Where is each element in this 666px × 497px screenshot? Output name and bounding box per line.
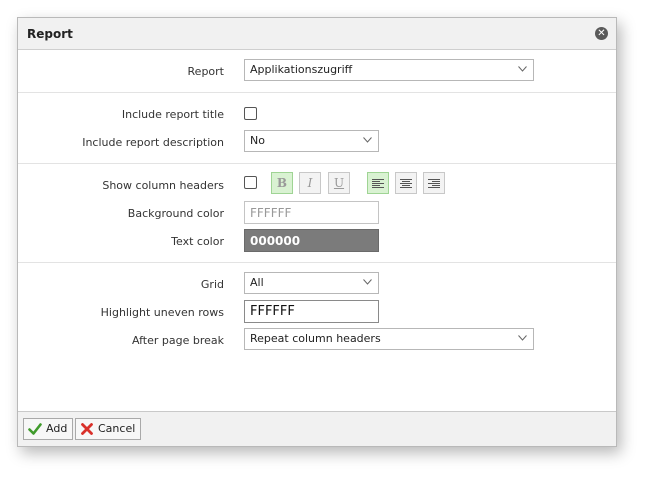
align-center-icon	[400, 179, 412, 188]
cross-icon	[81, 423, 93, 435]
align-left-button[interactable]	[367, 172, 389, 194]
chevron-down-icon	[518, 66, 527, 72]
text-color-label: Text color	[171, 235, 224, 248]
add-button-label: Add	[46, 422, 68, 435]
report-label: Report	[187, 65, 224, 78]
highlight-uneven-rows-value: FFFFFF	[250, 304, 295, 319]
text-color-input[interactable]: 000000	[244, 229, 379, 252]
include-description-label: Include report description	[82, 136, 224, 149]
after-page-break-select[interactable]: Repeat column headers	[244, 328, 534, 350]
column-headers-checkbox[interactable]	[244, 176, 257, 189]
background-color-input[interactable]: FFFFFF	[244, 201, 379, 224]
section-divider	[18, 262, 616, 263]
include-title-checkbox[interactable]	[244, 107, 257, 120]
grid-select[interactable]: All	[244, 272, 379, 294]
align-right-icon	[428, 179, 440, 188]
background-color-label: Background color	[127, 207, 224, 220]
cancel-button-label: Cancel	[98, 422, 136, 435]
close-icon[interactable]: ✕	[595, 27, 608, 40]
checkmark-icon	[28, 423, 42, 435]
report-dialog: Report ✕ Report Applikationszugriff Incl…	[17, 17, 617, 447]
align-right-button[interactable]	[423, 172, 445, 194]
bold-button[interactable]: B	[271, 172, 293, 194]
after-page-break-label: After page break	[131, 334, 224, 347]
chevron-down-icon	[518, 335, 527, 341]
chevron-down-icon	[363, 137, 372, 143]
dialog-footer: Add Cancel	[18, 411, 616, 446]
add-button[interactable]: Add	[23, 418, 74, 440]
highlight-uneven-rows-input[interactable]: FFFFFF	[244, 300, 379, 323]
grid-select-value: All	[250, 276, 264, 289]
italic-button[interactable]: I	[299, 172, 321, 194]
dialog-title: Report	[27, 27, 73, 41]
highlight-uneven-rows-label: Highlight uneven rows	[100, 306, 224, 319]
align-left-icon	[372, 179, 384, 188]
include-description-select[interactable]: No	[244, 130, 379, 152]
background-color-value: FFFFFF	[250, 206, 292, 220]
underline-button[interactable]: U	[328, 172, 350, 194]
section-divider	[18, 163, 616, 164]
report-select-value: Applikationszugriff	[250, 63, 353, 76]
align-center-button[interactable]	[395, 172, 417, 194]
include-title-label: Include report title	[121, 108, 224, 121]
chevron-down-icon	[363, 279, 372, 285]
include-description-value: No	[250, 134, 265, 147]
report-select[interactable]: Applikationszugriff	[244, 59, 534, 81]
grid-label: Grid	[200, 278, 224, 291]
after-page-break-value: Repeat column headers	[250, 332, 381, 345]
section-divider	[18, 92, 616, 93]
text-color-value: 000000	[250, 234, 301, 248]
dialog-titlebar: Report ✕	[18, 18, 616, 50]
column-headers-label: Show column headers	[102, 179, 224, 192]
cancel-button[interactable]: Cancel	[75, 418, 142, 440]
